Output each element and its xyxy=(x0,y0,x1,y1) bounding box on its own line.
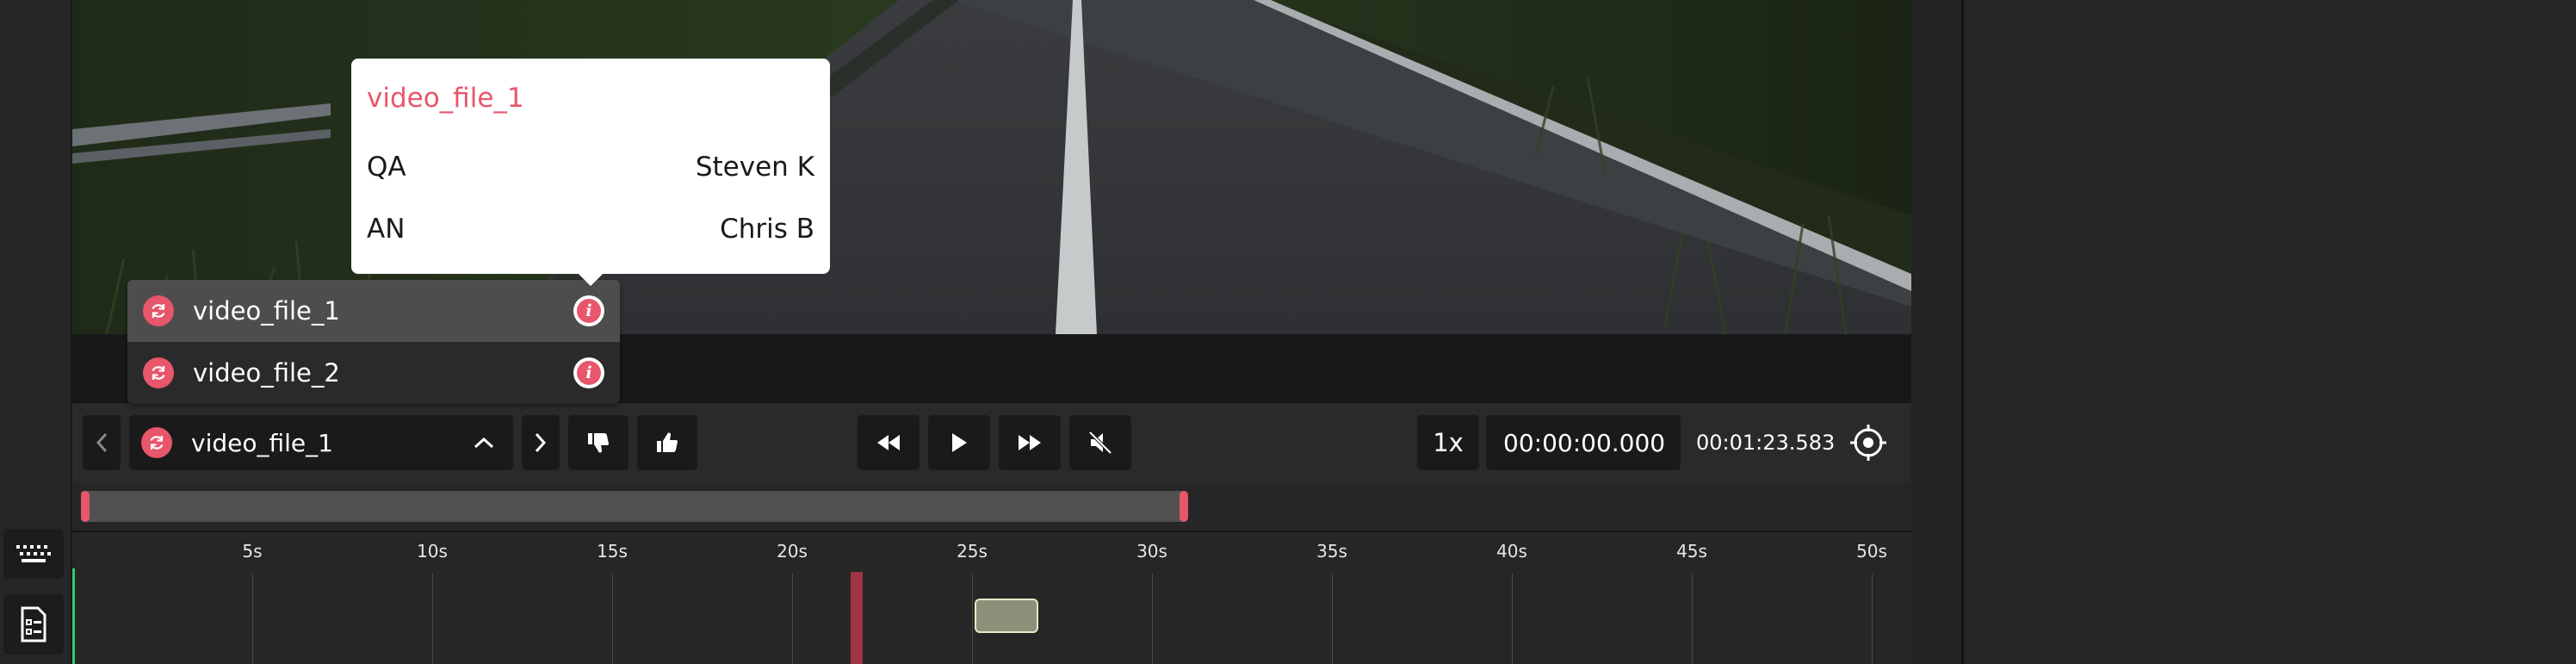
popover-title: video_file_1 xyxy=(367,83,524,114)
next-file-button[interactable] xyxy=(522,415,560,470)
popover-row: AN Chris B xyxy=(351,203,830,255)
play-button[interactable] xyxy=(928,415,990,470)
file-menu-item[interactable]: video_file_2 i xyxy=(127,342,620,404)
sync-icon xyxy=(141,427,172,458)
timeline-start-marker xyxy=(72,568,75,664)
rewind-button[interactable] xyxy=(858,415,920,470)
file-menu-item-label: video_file_2 xyxy=(193,358,340,388)
file-info-popover: video_file_1 QA Steven K AN Chris B xyxy=(351,59,830,287)
playback-speed-value: 1x xyxy=(1433,428,1464,457)
popover-row-value: Steven K xyxy=(695,152,814,183)
thumbs-up-button[interactable] xyxy=(637,415,697,470)
tick-line xyxy=(1332,574,1333,664)
tick-label: 50s xyxy=(1856,541,1887,562)
tick-line xyxy=(1872,574,1873,664)
player-controls-bar: video_file_1 1x 00:00:00.000 00:01:23.58… xyxy=(72,401,1911,484)
tick-line xyxy=(972,574,973,664)
tick-label: 25s xyxy=(957,541,988,562)
playback-speed-button[interactable]: 1x xyxy=(1417,415,1479,470)
left-tool-rail xyxy=(0,0,72,664)
tick-label: 40s xyxy=(1496,541,1527,562)
recenter-button[interactable] xyxy=(1849,424,1887,462)
right-side-panel xyxy=(1961,0,2576,664)
crosshair-icon xyxy=(1850,425,1886,461)
play-icon xyxy=(952,433,967,452)
file-menu-item[interactable]: video_file_1 i xyxy=(127,280,620,342)
keyboard-icon xyxy=(16,545,51,562)
sync-icon xyxy=(143,295,174,326)
rewind-icon xyxy=(877,435,900,450)
tick-label: 35s xyxy=(1316,541,1347,562)
previous-file-button[interactable] xyxy=(83,415,121,470)
chevron-up-icon xyxy=(474,437,494,449)
keyboard-shortcuts-button[interactable] xyxy=(3,529,64,579)
current-time-value: 00:00:00.000 xyxy=(1503,428,1666,457)
tick-label: 15s xyxy=(597,541,628,562)
popover-row-key: AN xyxy=(367,214,406,245)
thumbs-down-button[interactable] xyxy=(568,415,629,470)
selected-file-label: video_file_1 xyxy=(191,428,333,457)
range-end-handle[interactable] xyxy=(1180,491,1188,522)
tick-line xyxy=(612,574,613,664)
chevron-right-icon xyxy=(535,432,547,453)
checklist-button[interactable] xyxy=(3,594,64,655)
file-menu-item-label: video_file_1 xyxy=(193,296,340,326)
playhead[interactable] xyxy=(851,572,863,664)
tick-line xyxy=(252,574,253,664)
tick-line xyxy=(792,574,793,664)
popover-row: QA Steven K xyxy=(351,141,830,193)
thumbs-down-icon xyxy=(588,433,609,453)
selected-range-bar[interactable] xyxy=(81,491,1186,522)
popover-row-value: Chris B xyxy=(720,214,814,245)
file-selector-dropdown[interactable]: video_file_1 xyxy=(129,415,513,470)
info-icon[interactable]: i xyxy=(573,357,604,388)
tick-label: 20s xyxy=(777,541,808,562)
info-icon[interactable]: i xyxy=(573,295,604,326)
range-start-handle[interactable] xyxy=(81,491,90,522)
file-dropdown-menu: video_file_1 i video_file_2 i xyxy=(127,280,620,404)
tick-label: 30s xyxy=(1136,541,1167,562)
tick-line xyxy=(1512,574,1513,664)
chevron-left-icon xyxy=(96,432,108,453)
fast-forward-button[interactable] xyxy=(999,415,1061,470)
tick-label: 10s xyxy=(417,541,448,562)
mute-icon xyxy=(1088,431,1112,455)
sync-icon xyxy=(143,357,174,388)
checklist-icon xyxy=(21,606,46,642)
tick-label: 5s xyxy=(242,541,263,562)
timeline-clip[interactable] xyxy=(975,599,1038,633)
tick-line xyxy=(1152,574,1153,664)
tick-line xyxy=(432,574,433,664)
tick-label: 45s xyxy=(1676,541,1707,562)
current-time-field[interactable]: 00:00:00.000 xyxy=(1486,415,1681,470)
thumbs-up-icon xyxy=(657,432,678,452)
duration-label: 00:01:23.583 xyxy=(1696,431,1836,455)
popover-row-key: QA xyxy=(367,152,406,183)
mute-button[interactable] xyxy=(1069,415,1131,470)
fast-forward-icon xyxy=(1019,435,1041,450)
range-strip xyxy=(72,482,1911,532)
tick-line xyxy=(1692,574,1693,664)
